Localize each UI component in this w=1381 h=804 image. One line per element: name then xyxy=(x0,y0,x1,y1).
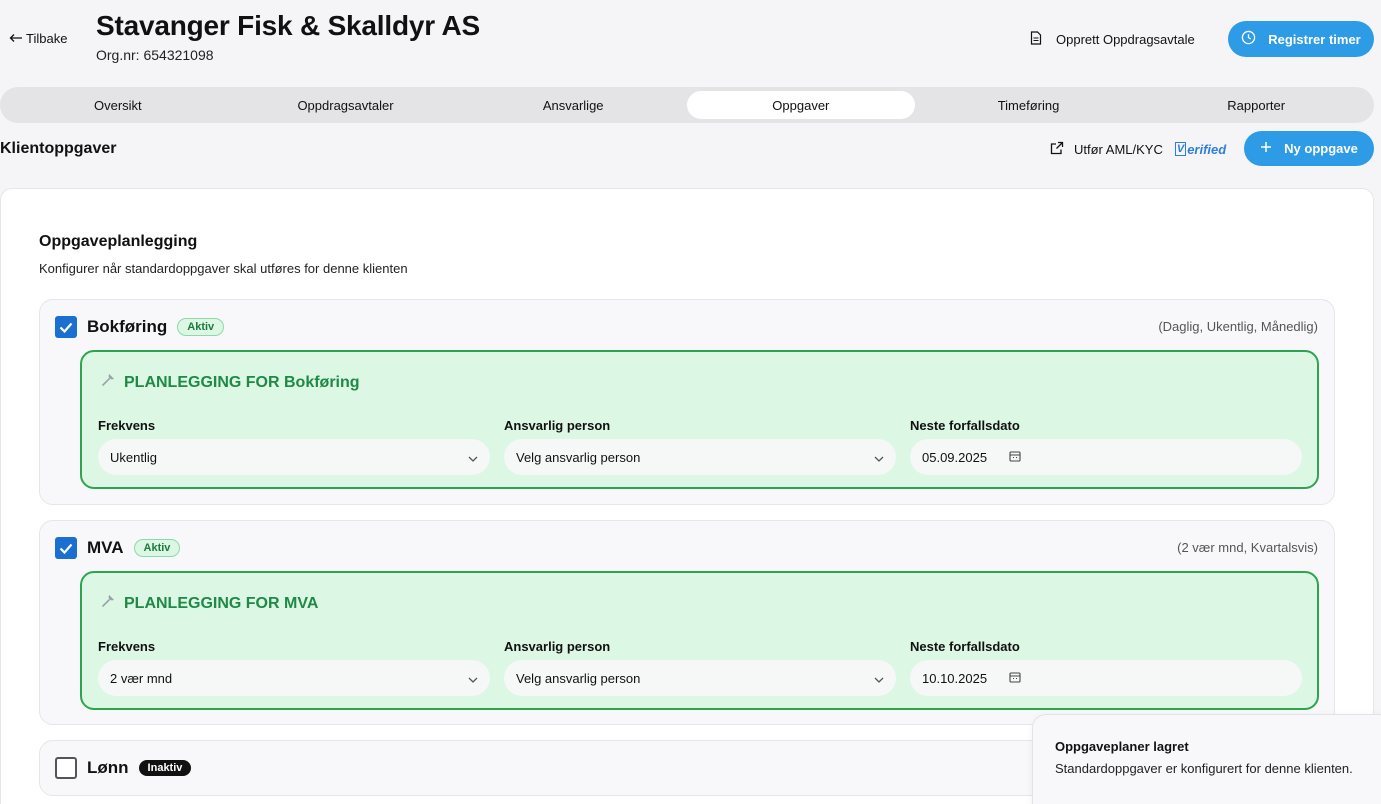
clock-icon xyxy=(1241,30,1256,48)
tab-timeforing[interactable]: Timeføring xyxy=(915,91,1143,119)
responsible-select[interactable]: Velg ansvarlig person xyxy=(504,439,896,475)
frequency-value: 2 vær mnd xyxy=(110,670,173,686)
status-badge: Inaktiv xyxy=(138,760,192,776)
due-date-input[interactable]: 05.09.2025 xyxy=(910,439,1302,475)
due-date-value: 05.09.2025 xyxy=(922,449,988,465)
task-bokforing: Bokføring Aktiv (Daglig, Ukentlig, Måned… xyxy=(39,299,1335,505)
document-icon xyxy=(1030,30,1042,48)
new-task-label: Ny oppgave xyxy=(1284,141,1358,156)
tab-bar: Oversikt Oppdragsavtaler Ansvarlige Oppg… xyxy=(0,87,1374,123)
task-frequencies: (Daglig, Ukentlig, Månedlig) xyxy=(1158,319,1318,334)
task-name: Lønn xyxy=(87,758,129,777)
card-subtitle: Konfigurer når standardoppgaver skal utf… xyxy=(39,261,408,276)
due-date-label: Neste forfallsdato xyxy=(910,639,1020,654)
planning-title: PLANLEGGING FOR MVA xyxy=(124,594,319,612)
tab-ansvarlige[interactable]: Ansvarlige xyxy=(459,91,687,119)
calendar-icon[interactable] xyxy=(1009,671,1021,686)
frequency-label: Frekvens xyxy=(98,418,156,433)
card-title: Oppgaveplanlegging xyxy=(39,233,198,250)
tab-oppgaver[interactable]: Oppgaver xyxy=(687,91,915,119)
toast-title: Oppgaveplaner lagret xyxy=(1055,739,1189,754)
frequency-value: Ukentlig xyxy=(110,449,157,465)
planning-panel: PLANLEGGING FOR Bokføring Frekvens Ukent… xyxy=(80,350,1319,489)
back-label: Tilbake xyxy=(26,31,68,46)
back-button[interactable]: Tilbake xyxy=(9,31,67,46)
responsible-value: Velg ansvarlig person xyxy=(516,449,641,465)
register-hours-button[interactable]: Registrer timer xyxy=(1228,21,1374,57)
due-date-value: 10.10.2025 xyxy=(922,670,988,686)
checkmark-icon xyxy=(59,543,73,554)
planning-title: PLANLEGGING FOR Bokføring xyxy=(124,373,360,391)
status-badge: Aktiv xyxy=(177,318,225,336)
frequency-label: Frekvens xyxy=(98,639,156,654)
task-checkbox[interactable] xyxy=(55,537,77,559)
responsible-label: Ansvarlig person xyxy=(504,418,611,433)
calendar-icon[interactable] xyxy=(1009,450,1021,465)
task-planning-card: Oppgaveplanlegging Konfigurer når standa… xyxy=(0,188,1374,804)
checkmark-icon xyxy=(59,322,73,333)
chevron-down-icon xyxy=(874,450,884,465)
toast-body: Standardoppgaver er konfigurert for denn… xyxy=(1055,761,1353,776)
task-checkbox[interactable] xyxy=(55,316,77,338)
tab-oversikt[interactable]: Oversikt xyxy=(4,91,232,119)
responsible-label: Ansvarlig person xyxy=(504,639,611,654)
task-frequencies: (2 vær mnd, Kvartalsvis) xyxy=(1177,540,1318,555)
page-title: Stavanger Fisk & Skalldyr AS xyxy=(96,10,480,41)
chevron-down-icon xyxy=(468,450,478,465)
register-hours-label: Registrer timer xyxy=(1268,31,1361,47)
task-mva: MVA Aktiv (2 vær mnd, Kvartalsvis) PLANL… xyxy=(39,520,1335,725)
plus-icon xyxy=(1260,141,1272,156)
planning-panel: PLANLEGGING FOR MVA Frekvens 2 vær mnd A… xyxy=(80,571,1319,710)
due-date-input[interactable]: 10.10.2025 xyxy=(910,660,1302,696)
responsible-value: Velg ansvarlig person xyxy=(516,670,641,686)
new-task-button[interactable]: Ny oppgave xyxy=(1244,131,1374,166)
create-agreement-button[interactable]: Opprett Oppdragsavtale xyxy=(1030,26,1195,52)
wrench-icon xyxy=(100,593,116,614)
toast-notification: Oppgaveplaner lagret Standardoppgaver er… xyxy=(1032,714,1381,804)
task-name: MVA xyxy=(87,538,124,557)
page-header: Tilbake Stavanger Fisk & Skalldyr AS Org… xyxy=(0,0,1381,80)
arrow-left-icon xyxy=(9,31,23,46)
frequency-select[interactable]: 2 vær mnd xyxy=(98,660,490,696)
verified-logo-icon: Verified xyxy=(1174,141,1227,157)
status-badge: Aktiv xyxy=(133,539,181,557)
chevron-down-icon xyxy=(468,671,478,686)
chevron-down-icon xyxy=(874,671,884,686)
tab-oppdragsavtaler[interactable]: Oppdragsavtaler xyxy=(232,91,460,119)
responsible-select[interactable]: Velg ansvarlig person xyxy=(504,660,896,696)
wrench-icon xyxy=(100,372,116,393)
frequency-select[interactable]: Ukentlig xyxy=(98,439,490,475)
section-title: Klientoppgaver xyxy=(0,140,117,157)
task-name: Bokføring xyxy=(87,317,168,336)
tab-rapporter[interactable]: Rapporter xyxy=(1142,91,1370,119)
due-date-label: Neste forfallsdato xyxy=(910,418,1020,433)
external-link-icon xyxy=(1050,141,1064,158)
aml-kyc-label: Utfør AML/KYC xyxy=(1074,141,1163,157)
org-number: Org.nr: 654321098 xyxy=(96,47,214,63)
aml-kyc-button[interactable]: Utfør AML/KYC Verified xyxy=(1050,138,1226,160)
task-checkbox[interactable] xyxy=(55,757,77,779)
create-agreement-label: Opprett Oppdragsavtale xyxy=(1056,31,1195,47)
